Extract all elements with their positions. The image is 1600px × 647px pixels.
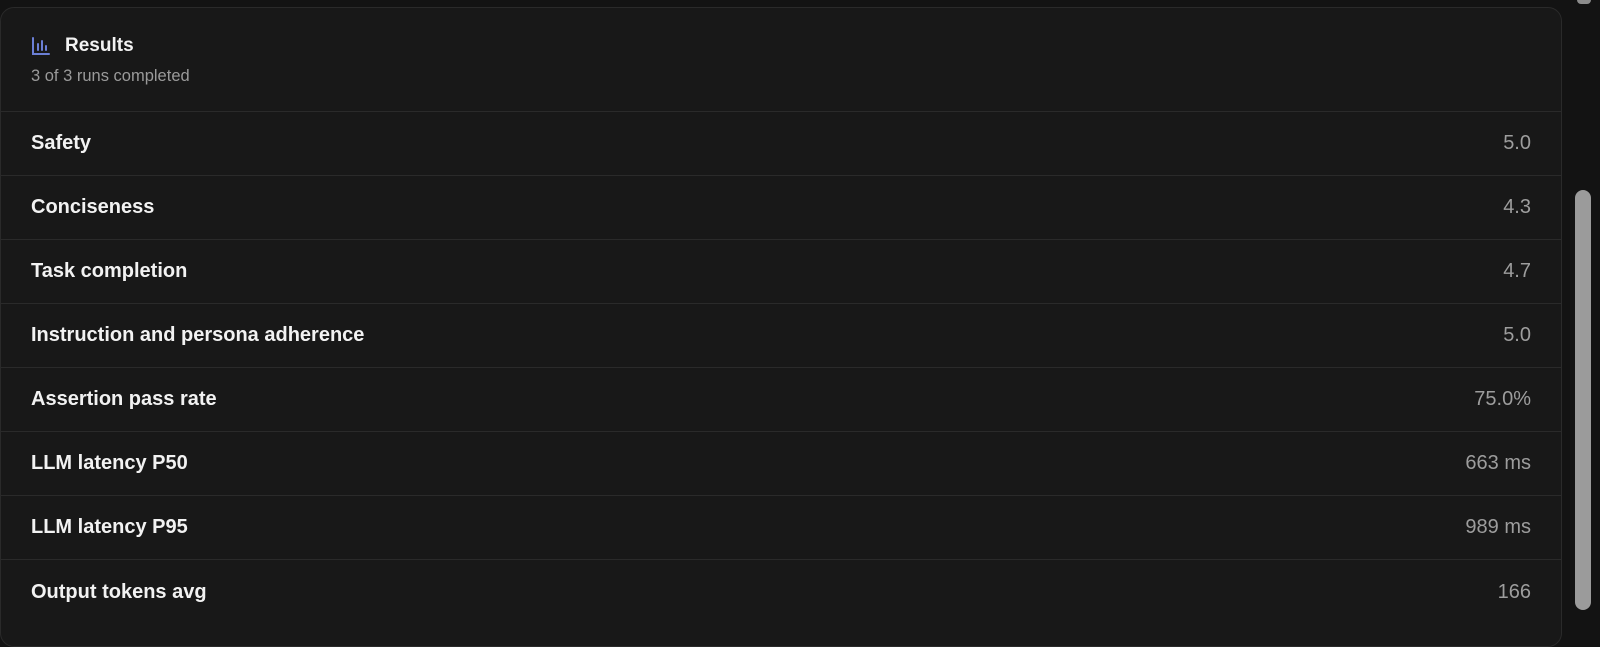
results-title: Results xyxy=(65,35,134,56)
metric-label: LLM latency P95 xyxy=(31,516,188,538)
metric-value: 4.3 xyxy=(1503,196,1531,218)
metric-value: 663 ms xyxy=(1465,452,1531,474)
metric-label: Instruction and persona adherence xyxy=(31,324,365,346)
metric-row-latency-p95: LLM latency P95 989 ms xyxy=(1,496,1561,560)
metric-label: LLM latency P50 xyxy=(31,452,188,474)
metric-label: Output tokens avg xyxy=(31,580,207,603)
metric-value: 5.0 xyxy=(1503,324,1531,346)
metric-value: 989 ms xyxy=(1465,516,1531,538)
metric-row-instruction-adherence: Instruction and persona adherence 5.0 xyxy=(1,304,1561,368)
metric-value: 5.0 xyxy=(1503,132,1531,154)
metric-label: Conciseness xyxy=(31,196,155,218)
runs-status-text: 3 of 3 runs completed xyxy=(31,67,190,85)
metric-value: 4.7 xyxy=(1503,260,1531,282)
results-header: Results 3 of 3 runs completed xyxy=(1,8,1561,112)
metric-row-conciseness: Conciseness 4.3 xyxy=(1,176,1561,240)
metric-row-assertion-pass-rate: Assertion pass rate 75.0% xyxy=(1,368,1561,432)
metric-label: Task completion xyxy=(31,260,188,282)
metric-row-safety: Safety 5.0 xyxy=(1,112,1561,176)
metric-label: Assertion pass rate xyxy=(31,388,217,410)
metric-row-output-tokens: Output tokens avg 166 xyxy=(1,560,1561,624)
scrollbar-thumb[interactable] xyxy=(1575,190,1591,610)
results-title-row: Results xyxy=(31,34,1531,58)
outer-scrollbar-thumb[interactable] xyxy=(1577,0,1591,4)
metric-value: 75.0% xyxy=(1474,388,1531,410)
metric-value: 166 xyxy=(1497,580,1531,603)
metric-row-latency-p50: LLM latency P50 663 ms xyxy=(1,432,1561,496)
bar-chart-icon xyxy=(31,36,51,56)
metric-label: Safety xyxy=(31,132,92,154)
results-panel: Results 3 of 3 runs completed Safety 5.0… xyxy=(0,7,1562,647)
metric-row-task-completion: Task completion 4.7 xyxy=(1,240,1561,304)
